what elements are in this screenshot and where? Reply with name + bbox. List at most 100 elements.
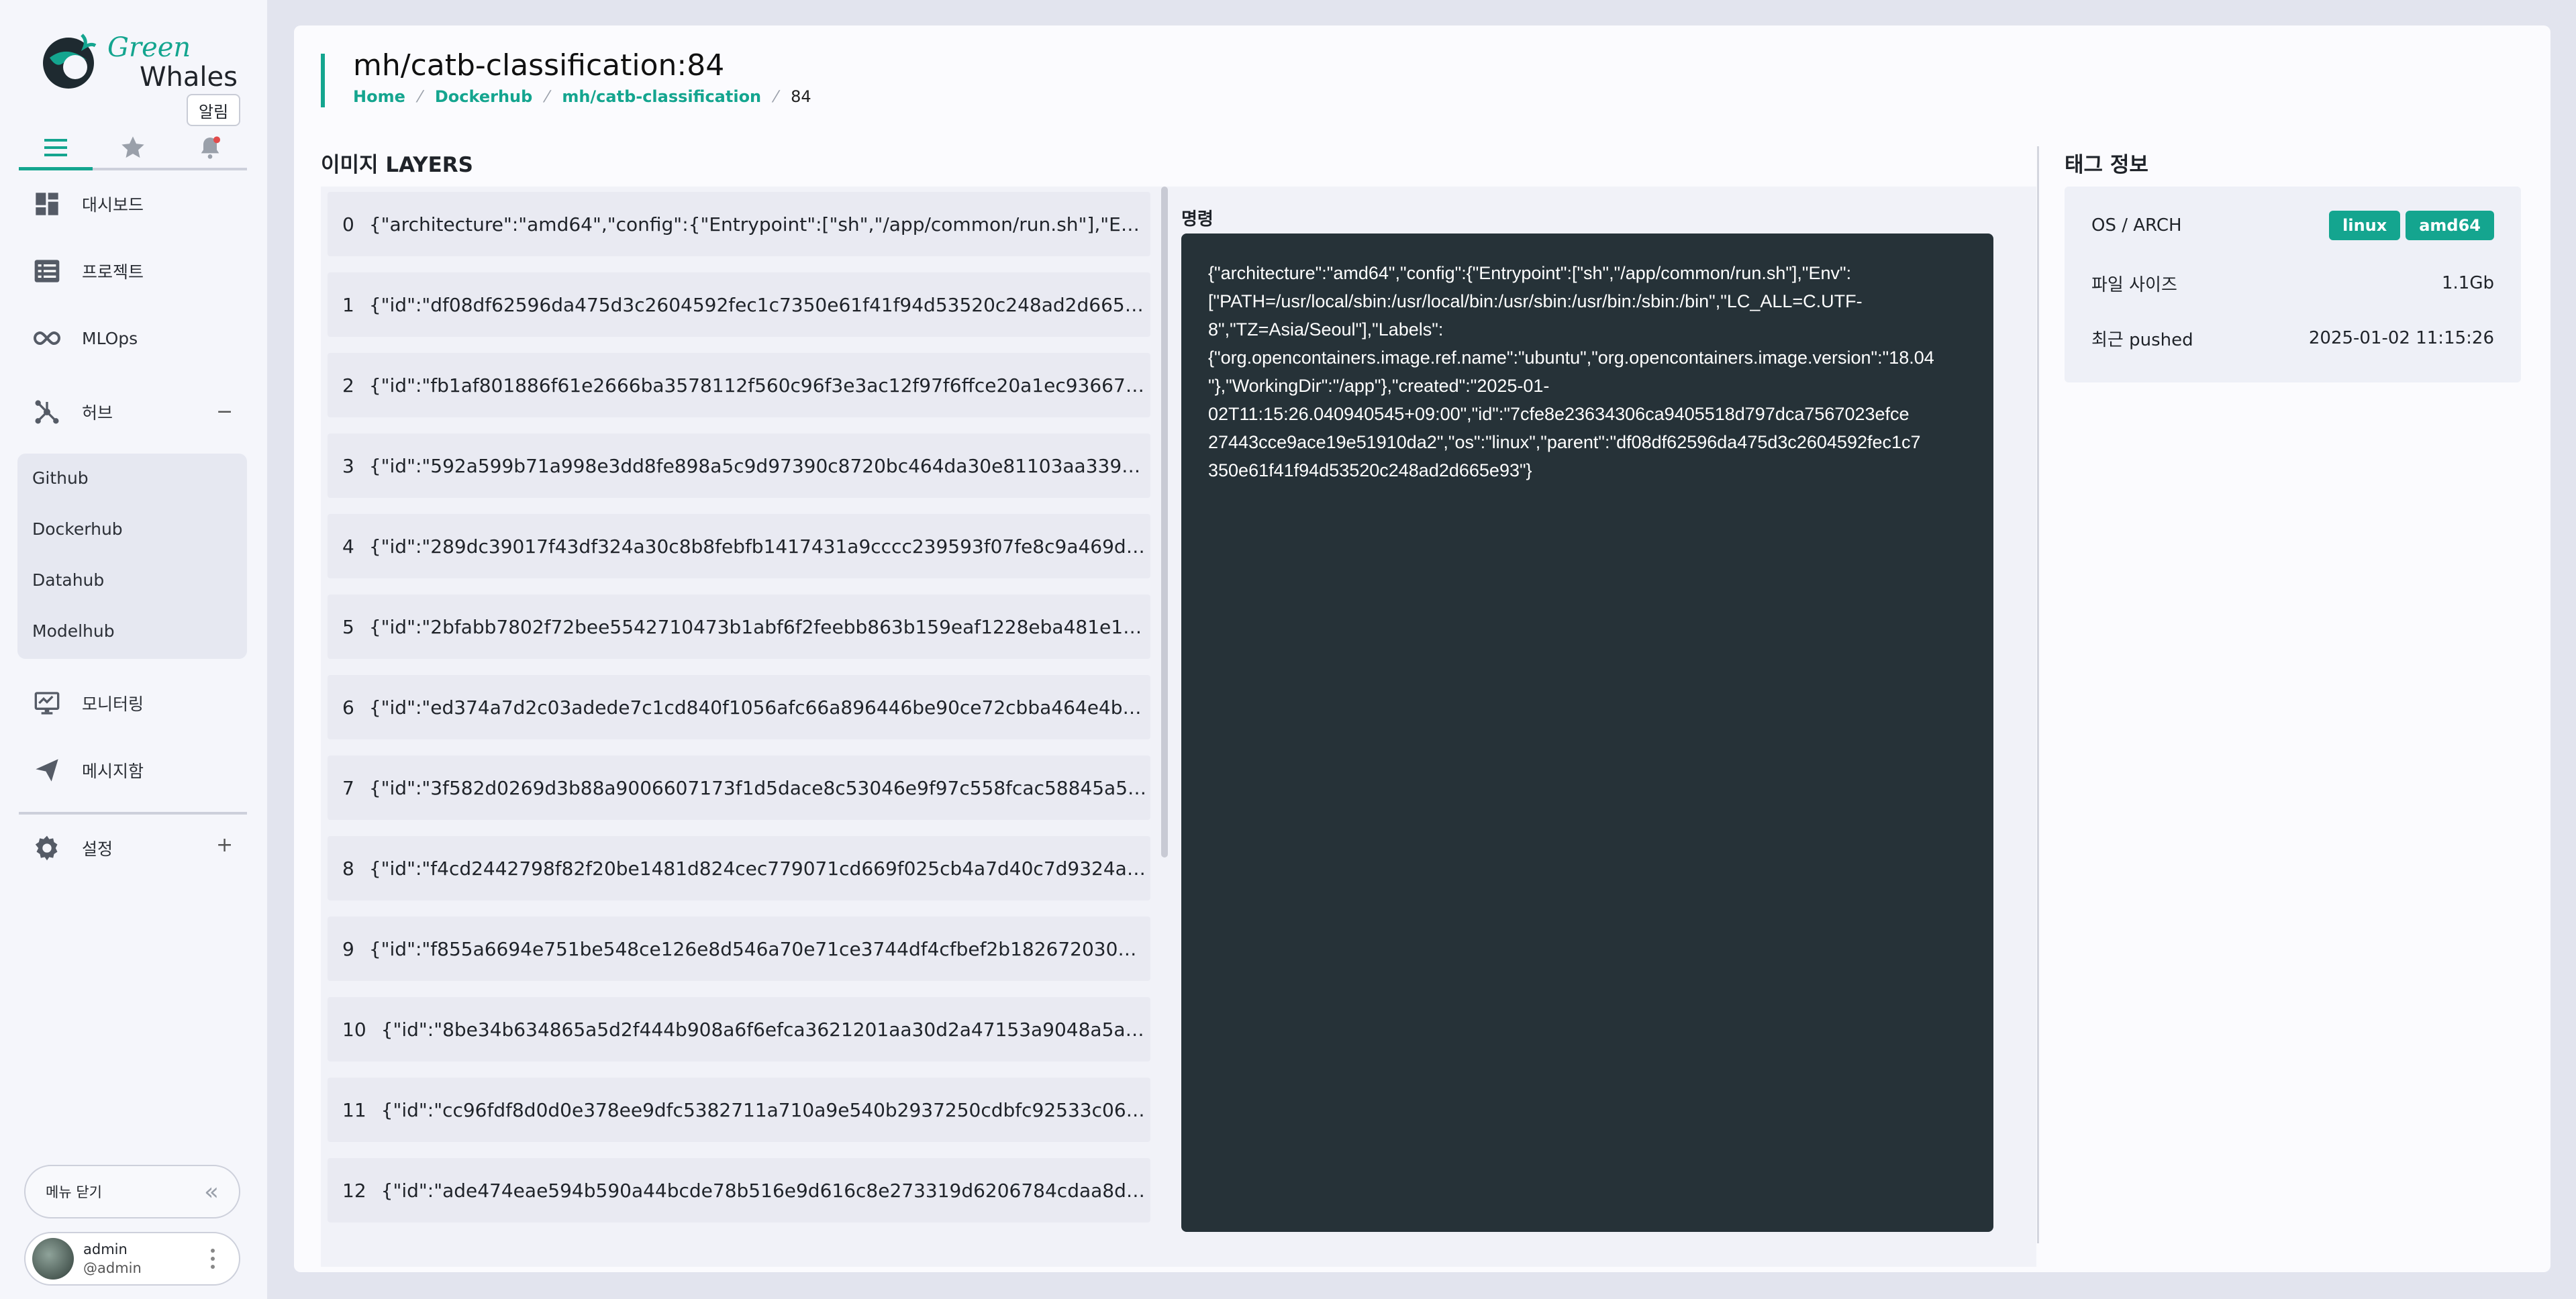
hub-item-datahub[interactable]: Datahub	[32, 570, 104, 590]
tab-notifications[interactable]	[173, 127, 247, 168]
layer-value: {"id":"ed374a7d2c03adede7c1cd840f1056afc…	[368, 696, 1150, 719]
tab-favorites[interactable]	[96, 127, 170, 168]
breadcrumb-dockerhub[interactable]: Dockerhub	[435, 87, 532, 106]
layer-index: 11	[342, 1098, 366, 1121]
layer-row[interactable]: 8 {"id":"f4cd2442798f82f20be1481d824cec77…	[328, 836, 1150, 900]
hub-item-modelhub[interactable]: Modelhub	[32, 621, 115, 641]
sidebar-item-settings[interactable]: 설정	[32, 828, 113, 868]
layer-row[interactable]: 3 {"id":"592a599b71a998e3dd8fe898a5c9d973…	[328, 433, 1150, 498]
layer-value: {"id":"2bfabb7802f72bee5542710473b1abf6f…	[368, 615, 1150, 638]
layer-value: {"id":"592a599b71a998e3dd8fe898a5c9d9739…	[368, 454, 1150, 477]
layers-section-title: 이미지 LAYERS	[321, 153, 473, 177]
dashboard-icon	[32, 189, 62, 219]
layer-row[interactable]: 1 {"id":"df08df62596da475d3c2604592fec1c7…	[328, 272, 1150, 337]
layer-value: {"id":"fb1af801886f61e2666ba3578112f560c…	[368, 374, 1150, 397]
os-arch-label: OS / ARCH	[2091, 215, 2182, 236]
layer-row[interactable]: 0 {"architecture":"amd64","config":{"Entr…	[328, 192, 1150, 256]
command-output: {"architecture":"amd64","config":{"Entry…	[1181, 233, 1993, 1232]
layer-index: 6	[342, 696, 354, 719]
breadcrumb: Home ⁄ Dockerhub ⁄ mh/catb-classificatio…	[353, 87, 811, 106]
layer-row[interactable]: 9 {"id":"f855a6694e751be548ce126e8d546a70…	[328, 917, 1150, 981]
pushed-value: 2025-01-02 11:15:26	[2308, 328, 2494, 348]
settings-expand-toggle[interactable]: +	[216, 833, 233, 857]
sidebar-item-hub[interactable]: 허브	[32, 392, 113, 432]
sidebar-item-monitoring[interactable]: 모니터링	[32, 683, 144, 723]
avatar	[32, 1238, 74, 1280]
whale-logo-icon	[43, 34, 97, 89]
breadcrumb-separator: ⁄	[775, 87, 778, 106]
user-handle: @admin	[83, 1260, 142, 1276]
logo-text-green: Green	[107, 32, 191, 63]
layer-row[interactable]: 4 {"id":"289dc39017f43df324a30c8b8febfb14…	[328, 514, 1150, 578]
layer-value: {"id":"289dc39017f43df324a30c8b8febfb141…	[368, 535, 1150, 558]
sidebar-divider	[19, 812, 247, 815]
layer-value: {"id":"f4cd2442798f82f20be1481d824cec779…	[368, 857, 1150, 880]
project-list-icon	[32, 256, 62, 286]
sidebar-item-label: 대시보드	[82, 195, 144, 215]
layer-row[interactable]: 11 {"id":"cc96fdf8d0d0e378ee9dfc5382711a7…	[328, 1078, 1150, 1142]
app-logo[interactable]: Green Whales	[40, 27, 242, 101]
sidebar-item-label: MLOps	[82, 328, 138, 348]
command-label: 명령	[1181, 209, 1213, 229]
menu-icon	[44, 138, 67, 156]
more-vertical-icon[interactable]	[211, 1249, 215, 1269]
sidebar-item-messages[interactable]: 메시지함	[32, 750, 144, 790]
layer-row[interactable]: 2 {"id":"fb1af801886f61e2666ba3578112f560…	[328, 353, 1150, 417]
layer-index: 12	[342, 1179, 366, 1202]
sidebar-item-label: 프로젝트	[82, 262, 144, 282]
layer-row[interactable]: 5 {"id":"2bfabb7802f72bee5542710473b1abf6…	[328, 594, 1150, 659]
sidebar-item-mlops[interactable]: MLOps	[32, 318, 138, 358]
tag-row-file-size: 파일 사이즈 1.1Gb	[2091, 263, 2494, 303]
user-name: admin	[83, 1241, 128, 1257]
notification-tooltip: 알림	[187, 94, 241, 126]
layer-row[interactable]: 10 {"id":"8be34b634865a5d2f444b908a6f6efc…	[328, 997, 1150, 1061]
sidebar-item-label: 설정	[82, 839, 113, 859]
sidebar-item-label: 허브	[82, 403, 113, 423]
sidebar-item-project[interactable]: 프로젝트	[32, 251, 144, 291]
layers-scrollbar[interactable]	[1161, 187, 1168, 858]
hub-submenu: Github Dockerhub Datahub Modelhub	[17, 454, 247, 659]
layer-value: {"id":"3f582d0269d3b88a9006607173f1d5dac…	[368, 776, 1150, 799]
user-card[interactable]: admin @admin	[24, 1232, 240, 1286]
layer-value: {"id":"f855a6694e751be548ce126e8d546a70e…	[368, 937, 1150, 960]
tag-row-os-arch: OS / ARCH linux amd64	[2091, 205, 2494, 246]
sidebar: Green Whales 알림 대시보드 프로젝트 MLOps 허브 − Git…	[0, 0, 267, 1299]
tag-row-pushed: 최근 pushed 2025-01-02 11:15:26	[2091, 318, 2494, 358]
tag-info-title: 태그 정보	[2065, 153, 2148, 177]
layer-index: 10	[342, 1018, 366, 1041]
breadcrumb-separator: ⁄	[546, 87, 549, 106]
double-chevron-left-icon: «	[203, 1178, 219, 1206]
sidebar-item-dashboard[interactable]: 대시보드	[32, 184, 144, 224]
layers-list[interactable]: 0 {"architecture":"amd64","config":{"Entr…	[328, 187, 1153, 1240]
pushed-label: 최근 pushed	[2091, 329, 2193, 350]
file-size-value: 1.1Gb	[2442, 273, 2494, 293]
arch-badge: amd64	[2406, 211, 2494, 240]
hub-collapse-toggle[interactable]: −	[216, 400, 233, 423]
breadcrumb-repository[interactable]: mh/catb-classification	[562, 87, 761, 106]
gear-icon	[32, 833, 62, 863]
layer-value: {"id":"cc96fdf8d0d0e378ee9dfc5382711a710…	[381, 1098, 1150, 1121]
page-title: mh/catb-classification:84	[353, 48, 725, 83]
layer-row[interactable]: 6 {"id":"ed374a7d2c03adede7c1cd840f1056af…	[328, 675, 1150, 739]
menu-close-label: 메뉴 닫기	[46, 1184, 102, 1200]
breadcrumb-home[interactable]: Home	[353, 87, 405, 106]
layer-row[interactable]: 12 {"id":"ade474eae594b590a44bcde78b516e9…	[328, 1158, 1150, 1223]
sidebar-item-label: 메시지함	[82, 762, 144, 781]
hub-item-github[interactable]: Github	[32, 468, 89, 488]
hub-item-dockerhub[interactable]: Dockerhub	[32, 519, 123, 539]
sidebar-item-label: 모니터링	[82, 694, 144, 714]
star-icon	[121, 136, 144, 158]
title-accent-bar	[321, 54, 325, 107]
menu-close-button[interactable]: 메뉴 닫기 «	[24, 1165, 240, 1218]
layer-value: {"id":"df08df62596da475d3c2604592fec1c73…	[368, 293, 1150, 316]
layer-index: 8	[342, 857, 354, 880]
layer-index: 9	[342, 937, 354, 960]
layer-index: 2	[342, 374, 354, 397]
layer-row[interactable]: 7 {"id":"3f582d0269d3b88a9006607173f1d5da…	[328, 756, 1150, 820]
layer-value: {"architecture":"amd64","config":{"Entry…	[368, 213, 1150, 236]
layer-index: 1	[342, 293, 354, 316]
layer-index: 7	[342, 776, 354, 799]
layer-value: {"id":"8be34b634865a5d2f444b908a6f6efca3…	[381, 1018, 1150, 1041]
breadcrumb-tag: 84	[791, 87, 811, 106]
tab-menu[interactable]	[19, 127, 93, 170]
